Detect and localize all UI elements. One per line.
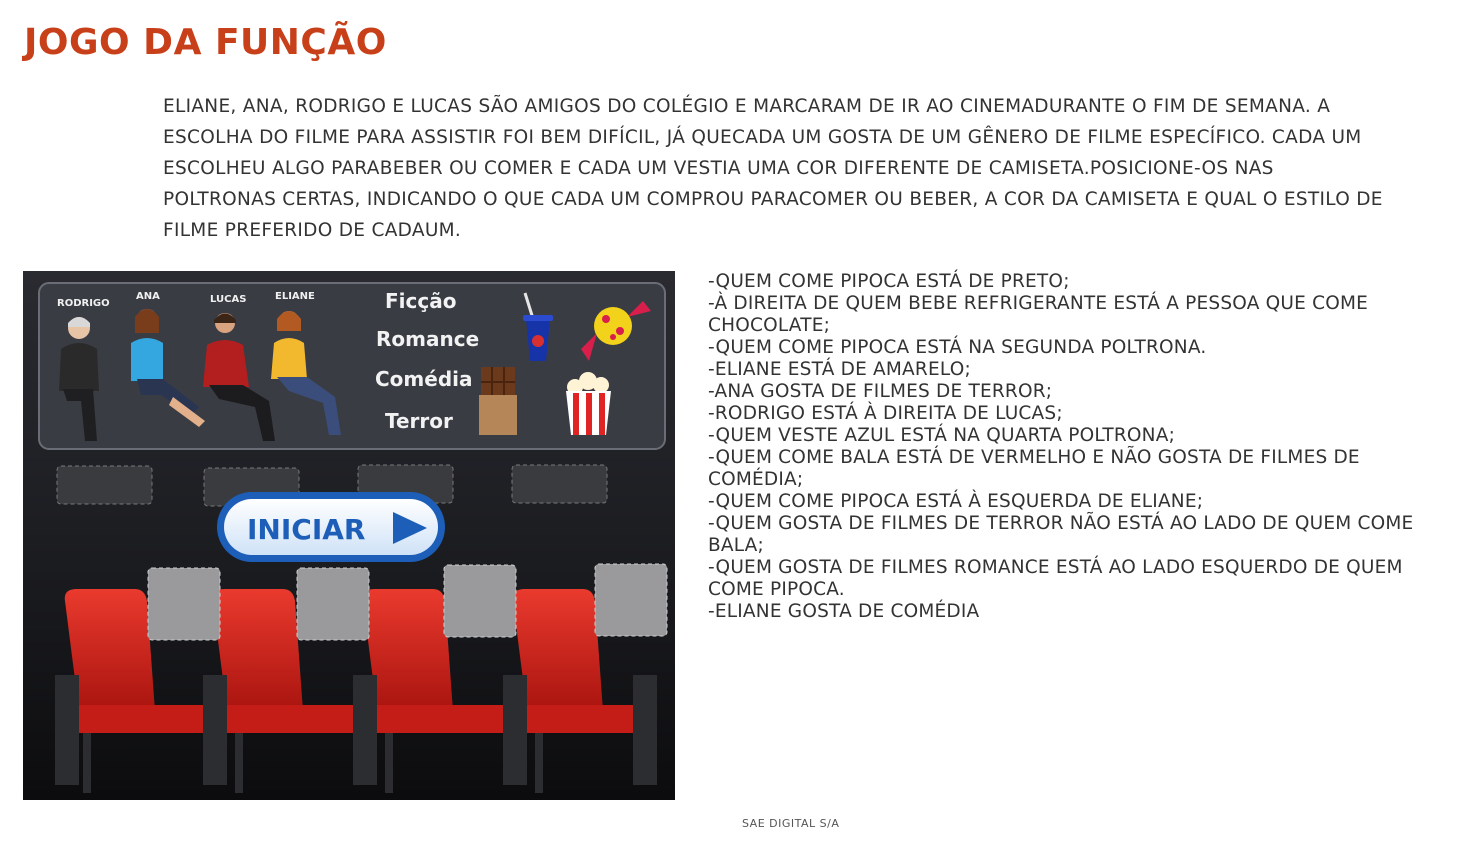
drop-slot[interactable] xyxy=(56,465,153,505)
game-panel[interactable]: RODRIGO ANA LUCAS ELIANE Ficção Romance … xyxy=(23,271,675,800)
footer-credit: SAE DIGITAL S/A xyxy=(742,817,840,830)
game-canvas: RODRIGO ANA LUCAS ELIANE Ficção Romance … xyxy=(23,271,675,800)
character-name-lucas: LUCAS xyxy=(210,294,246,305)
page-title: JOGO DA FUNÇÃO xyxy=(24,22,387,63)
character-name-ana: ANA xyxy=(136,291,160,302)
drop-slot[interactable] xyxy=(443,564,517,638)
drop-slot[interactable] xyxy=(594,563,668,637)
clue-item: -QUEM COME BALA ESTÁ DE VERMELHO E NÃO G… xyxy=(708,447,1360,490)
clue-item: -ANA GOSTA DE FILMES DE TERROR; xyxy=(708,381,1053,402)
start-button[interactable]: INICIAR xyxy=(217,492,445,562)
chocolate-bar-icon[interactable] xyxy=(479,367,517,435)
drop-slot[interactable] xyxy=(147,567,221,641)
genre-ficcao[interactable]: Ficção xyxy=(385,289,456,313)
clue-item: -QUEM COME PIPOCA ESTÁ NA SEGUNDA POLTRO… xyxy=(708,337,1207,358)
clue-item: -QUEM COME PIPOCA ESTÁ À ESQUERDA DE ELI… xyxy=(708,491,1204,512)
clue-item: -QUEM COME PIPOCA ESTÁ DE PRETO; xyxy=(708,271,1070,292)
clue-item: -RODRIGO ESTÁ À DIREITA DE LUCAS; xyxy=(708,403,1063,424)
clues-list: -QUEM COME PIPOCA ESTÁ DE PRETO; -À DIRE… xyxy=(708,271,1438,623)
genre-romance[interactable]: Romance xyxy=(376,327,479,351)
character-name-eliane: ELIANE xyxy=(275,291,315,302)
popcorn-icon[interactable] xyxy=(566,372,611,435)
clue-item: -ELIANE GOSTA DE COMÉDIA xyxy=(708,601,980,622)
character-name-rodrigo: RODRIGO xyxy=(57,298,110,309)
start-button-label: INICIAR xyxy=(247,513,365,546)
clue-item: -À DIREITA DE QUEM BEBE REFRIGERANTE EST… xyxy=(708,293,1369,336)
drop-slot[interactable] xyxy=(296,567,370,641)
genre-terror[interactable]: Terror xyxy=(385,409,453,433)
clue-item: -ELIANE ESTÁ DE AMARELO; xyxy=(708,359,971,380)
clue-item: -QUEM VESTE AZUL ESTÁ NA QUARTA POLTRONA… xyxy=(708,425,1175,446)
clue-item: -QUEM GOSTA DE FILMES DE TERROR NÃO ESTÁ… xyxy=(708,513,1414,556)
clue-item: -QUEM GOSTA DE FILMES ROMANCE ESTÁ AO LA… xyxy=(708,557,1403,600)
genre-comedia[interactable]: Comédia xyxy=(375,367,473,391)
drop-slot[interactable] xyxy=(511,464,608,504)
intro-paragraph: ELIANE, ANA, RODRIGO E LUCAS SÃO AMIGOS … xyxy=(163,96,1383,241)
